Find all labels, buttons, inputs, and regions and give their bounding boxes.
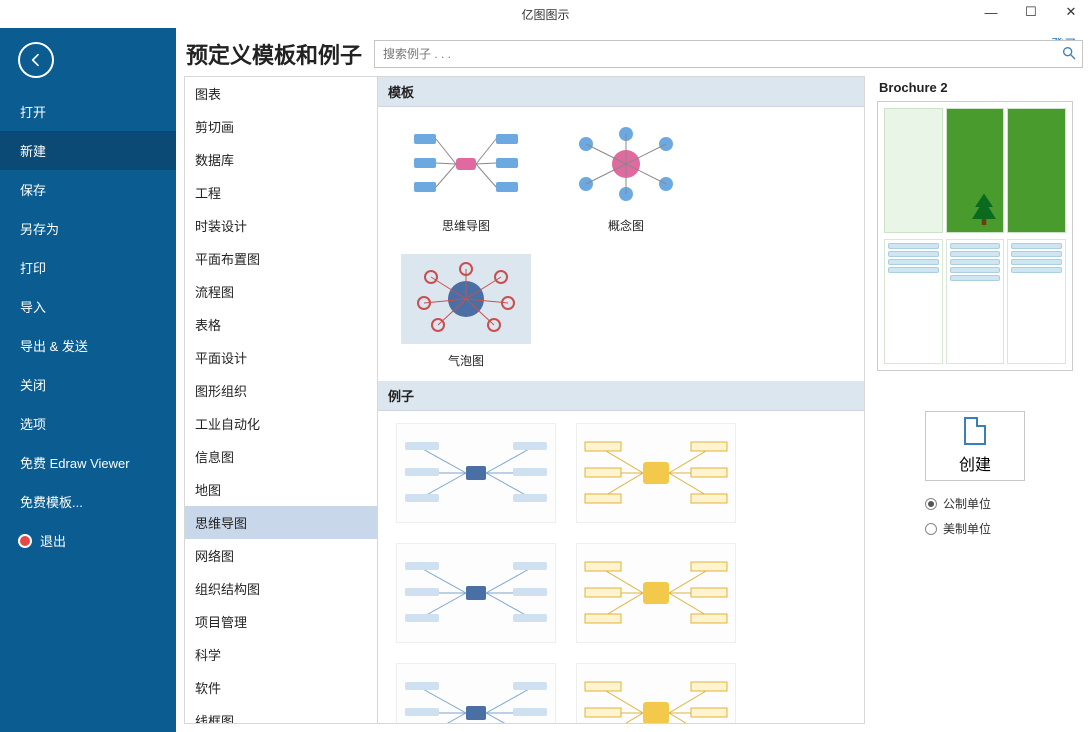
close-icon: ✕ bbox=[1066, 4, 1077, 20]
template-item[interactable]: 概念图 bbox=[556, 119, 696, 234]
maximize-button[interactable]: ☐ bbox=[1011, 0, 1051, 24]
examples-section-header: 例子 bbox=[378, 381, 864, 411]
category-item[interactable]: 平面设计 bbox=[185, 341, 377, 374]
template-item[interactable]: 思维导图 bbox=[396, 119, 536, 234]
category-item[interactable]: 表格 bbox=[185, 308, 377, 341]
radio-label-metric: 公制单位 bbox=[943, 495, 991, 512]
category-item[interactable]: 组织结构图 bbox=[185, 572, 377, 605]
sidebar: 打开新建保存另存为打印导入导出 & 发送关闭选项免费 Edraw Viewer免… bbox=[0, 28, 176, 732]
example-item[interactable] bbox=[576, 423, 736, 523]
category-item[interactable]: 软件 bbox=[185, 671, 377, 704]
sidebar-item-exit[interactable]: 退出 bbox=[0, 521, 176, 560]
category-item[interactable]: 图形组织 bbox=[185, 374, 377, 407]
category-item[interactable]: 图表 bbox=[185, 77, 377, 110]
app-title: 亿图图示 bbox=[521, 6, 569, 23]
category-list[interactable]: 图表剪切画数据库工程时装设计平面布置图流程图表格平面设计图形组织工业自动化信息图… bbox=[184, 76, 378, 724]
template-item[interactable]: 气泡图 bbox=[396, 254, 536, 369]
template-label: 气泡图 bbox=[448, 352, 484, 369]
minimize-button[interactable]: — bbox=[971, 0, 1011, 24]
category-item[interactable]: 工程 bbox=[185, 176, 377, 209]
example-item[interactable] bbox=[396, 663, 556, 724]
category-item[interactable]: 工业自动化 bbox=[185, 407, 377, 440]
exit-label: 退出 bbox=[40, 531, 66, 550]
preview-thumbnail bbox=[877, 101, 1073, 371]
templates-section-header: 模板 bbox=[378, 77, 864, 107]
example-item[interactable] bbox=[396, 543, 556, 643]
template-label: 概念图 bbox=[608, 217, 644, 234]
category-item[interactable]: 科学 bbox=[185, 638, 377, 671]
radio-label-imperial: 美制单位 bbox=[943, 520, 991, 537]
category-item[interactable]: 项目管理 bbox=[185, 605, 377, 638]
example-item[interactable] bbox=[576, 543, 736, 643]
template-thumbnail bbox=[401, 254, 531, 344]
category-item[interactable]: 地图 bbox=[185, 473, 377, 506]
category-item[interactable]: 线框图 bbox=[185, 704, 377, 724]
template-thumbnail bbox=[401, 119, 531, 209]
template-label: 思维导图 bbox=[442, 217, 490, 234]
tree-icon bbox=[969, 192, 999, 228]
minimize-icon: — bbox=[985, 5, 998, 20]
sidebar-item[interactable]: 免费 Edraw Viewer bbox=[0, 443, 176, 482]
template-thumbnail bbox=[561, 119, 691, 209]
sidebar-item[interactable]: 保存 bbox=[0, 170, 176, 209]
sidebar-item[interactable]: 关闭 bbox=[0, 365, 176, 404]
close-button[interactable]: ✕ bbox=[1051, 0, 1091, 24]
category-item[interactable]: 网络图 bbox=[185, 539, 377, 572]
category-item[interactable]: 信息图 bbox=[185, 440, 377, 473]
search-input[interactable] bbox=[374, 40, 1083, 68]
radio-imperial[interactable]: 美制单位 bbox=[925, 520, 991, 537]
create-label: 创建 bbox=[959, 451, 991, 475]
category-item[interactable]: 流程图 bbox=[185, 275, 377, 308]
radio-icon bbox=[925, 523, 937, 535]
example-item[interactable] bbox=[396, 423, 556, 523]
radio-icon bbox=[925, 498, 937, 510]
search-icon[interactable] bbox=[1061, 45, 1077, 66]
sidebar-item[interactable]: 选项 bbox=[0, 404, 176, 443]
category-item[interactable]: 数据库 bbox=[185, 143, 377, 176]
document-icon bbox=[964, 417, 986, 445]
category-item[interactable]: 时装设计 bbox=[185, 209, 377, 242]
sidebar-item[interactable]: 打印 bbox=[0, 248, 176, 287]
maximize-icon: ☐ bbox=[1025, 4, 1037, 20]
category-item[interactable]: 剪切画 bbox=[185, 110, 377, 143]
exit-icon bbox=[18, 534, 32, 548]
sidebar-item[interactable]: 打开 bbox=[0, 92, 176, 131]
sidebar-item[interactable]: 导入 bbox=[0, 287, 176, 326]
arrow-left-icon bbox=[28, 52, 44, 68]
sidebar-item[interactable]: 另存为 bbox=[0, 209, 176, 248]
radio-metric[interactable]: 公制单位 bbox=[925, 495, 991, 512]
example-item[interactable] bbox=[576, 663, 736, 724]
template-gallery[interactable]: 模板 思维导图 概念图气泡图 例子 bbox=[378, 76, 865, 724]
category-item[interactable]: 平面布置图 bbox=[185, 242, 377, 275]
sidebar-item[interactable]: 新建 bbox=[0, 131, 176, 170]
sidebar-item[interactable]: 免费模板... bbox=[0, 482, 176, 521]
category-item[interactable]: 思维导图 bbox=[185, 506, 377, 539]
page-title: 预定义模板和例子 bbox=[184, 38, 362, 70]
sidebar-item[interactable]: 导出 & 发送 bbox=[0, 326, 176, 365]
back-button[interactable] bbox=[18, 42, 54, 78]
preview-title: Brochure 2 bbox=[879, 80, 1073, 95]
create-button[interactable]: 创建 bbox=[925, 411, 1025, 481]
